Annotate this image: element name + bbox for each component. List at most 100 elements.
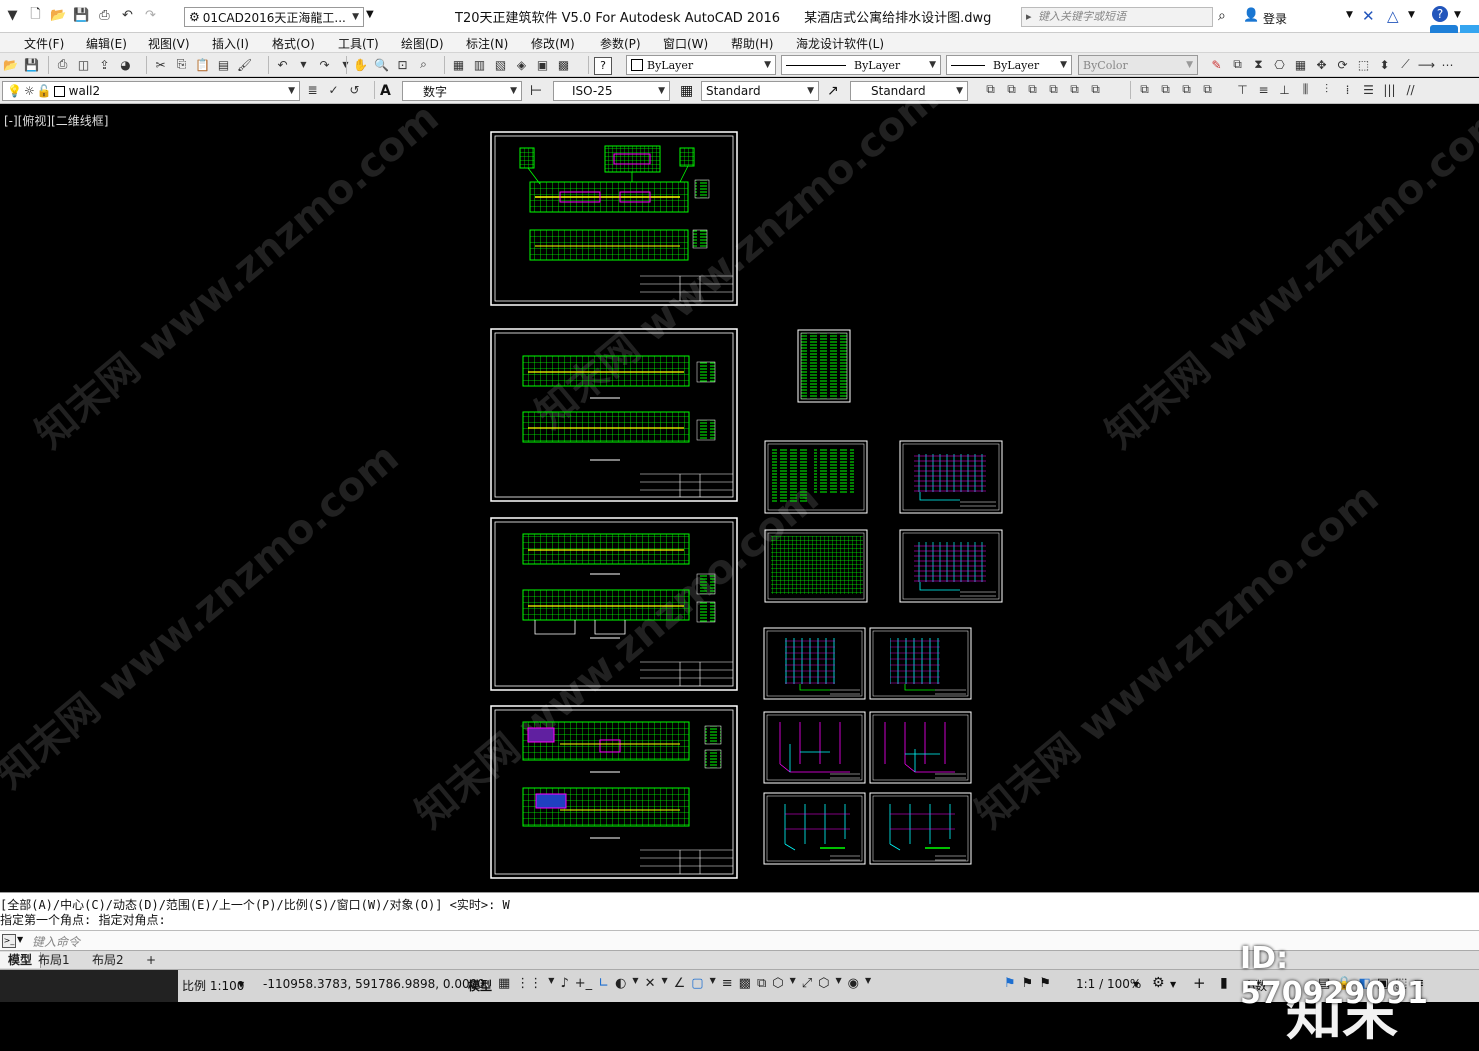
chevron-down-icon[interactable]: ▼ xyxy=(836,976,842,991)
distribute-v-icon[interactable]: ⫶ xyxy=(1318,81,1335,98)
mleader-style-combo[interactable]: Standard ▼ xyxy=(850,81,968,101)
offset-icon[interactable]: ⎔ xyxy=(1271,56,1288,73)
tool-palette-icon[interactable]: ▧ xyxy=(492,56,509,73)
selection-filter-icon[interactable]: ⬡ xyxy=(818,976,829,991)
extend-icon[interactable]: ⟶ xyxy=(1418,56,1435,73)
grid-icon[interactable]: ▦ xyxy=(498,976,510,991)
scale-icon[interactable]: ⬚ xyxy=(1355,56,1372,73)
user-icon[interactable]: 👤 xyxy=(1243,8,1259,23)
menu-hailong[interactable]: 海龙设计软件(L) xyxy=(796,35,884,52)
menu-view[interactable]: 视图(V) xyxy=(148,35,190,52)
menu-edit[interactable]: 编辑(E) xyxy=(86,35,127,52)
menu-tools[interactable]: 工具(T) xyxy=(338,35,379,52)
drawing-canvas[interactable]: [-][俯视][二维线框] 知末网 www.znzmo.com 知末网 www.… xyxy=(0,75,1479,1048)
menu-window[interactable]: 窗口(W) xyxy=(663,35,708,52)
distribute-h-icon[interactable]: ⫼ xyxy=(1297,81,1314,98)
annotation-scale-icon[interactable]: ⚑ xyxy=(1039,976,1051,991)
add-layout-button[interactable]: + xyxy=(138,952,164,968)
chevron-down-icon[interactable]: ▼ xyxy=(17,935,23,944)
list-icon[interactable]: ☰ xyxy=(1360,81,1377,98)
exchange-icon[interactable]: ✕ xyxy=(1362,7,1375,25)
save-icon[interactable]: 💾 xyxy=(23,56,40,73)
layer-tool-icon[interactable]: ⧉ xyxy=(982,81,999,98)
calculator-icon[interactable]: ▩ xyxy=(555,56,572,73)
menu-parametric[interactable]: 参数(P) xyxy=(600,35,641,52)
tab-layout1[interactable]: 布局1 xyxy=(30,952,78,968)
menu-modify[interactable]: 修改(M) xyxy=(531,35,575,52)
trim-icon[interactable]: ⟋ xyxy=(1397,56,1414,73)
array-icon[interactable]: ▦ xyxy=(1292,56,1309,73)
binoculars-icon[interactable]: ⌕ xyxy=(1218,8,1226,24)
gizmo-icon[interactable]: ◉ xyxy=(848,976,859,991)
undo-icon[interactable]: ↶ xyxy=(274,56,291,73)
transparency-icon[interactable]: ▩ xyxy=(739,976,751,991)
chevron-down-icon[interactable]: ▼ xyxy=(710,976,716,991)
command-prompt-icon[interactable]: >_ xyxy=(2,934,16,948)
help-icon[interactable]: ? xyxy=(594,57,612,75)
search-input[interactable]: 键入关键字或短语 xyxy=(1021,7,1213,27)
markup-icon[interactable]: ▣ xyxy=(534,56,551,73)
layer-tool-icon[interactable]: ⧉ xyxy=(1024,81,1041,98)
open-file-icon[interactable]: 📂 xyxy=(50,7,67,24)
gear-icon[interactable]: ⚙ xyxy=(1152,975,1165,991)
login-button[interactable]: 登录 xyxy=(1263,10,1287,27)
dynamic-input-icon[interactable]: +_ xyxy=(575,976,592,991)
chevron-down-icon[interactable]: ▼ xyxy=(295,56,312,73)
lineweight-combo[interactable]: ByLayer ▼ xyxy=(946,55,1072,75)
scale-indicator[interactable]: 比例 1:100 xyxy=(182,977,244,994)
chevron-down-icon[interactable]: ▼ xyxy=(238,980,244,989)
table-style-combo[interactable]: Standard ▼ xyxy=(701,81,819,101)
spacing-icon[interactable]: ⁞ xyxy=(1339,81,1356,98)
properties-icon[interactable]: ▦ xyxy=(450,56,467,73)
layer-previous-icon[interactable]: ↺ xyxy=(346,81,363,98)
slash-icon[interactable]: // xyxy=(1402,81,1419,98)
cut-icon[interactable]: ✂ xyxy=(152,56,169,73)
redo-icon[interactable]: ↷ xyxy=(316,56,333,73)
annotation-visibility-icon[interactable]: ⚑ xyxy=(1004,976,1016,991)
layer-tool-icon[interactable]: ⧉ xyxy=(1045,81,1062,98)
chevron-down-icon[interactable]: ▼ xyxy=(366,9,374,20)
print-icon[interactable]: ⎙ xyxy=(96,7,113,24)
dim-style-combo[interactable]: ISO-25 ▼ xyxy=(553,81,670,101)
chevron-down-icon[interactable]: ▼ xyxy=(790,976,796,991)
selection-cycling-icon[interactable]: ⧉ xyxy=(757,976,766,991)
undo-icon[interactable]: ↶ xyxy=(119,7,136,24)
redo-icon[interactable]: ↷ xyxy=(142,7,159,24)
stretch-icon[interactable]: ⬍ xyxy=(1376,56,1393,73)
chevron-down-icon[interactable]: ▼ xyxy=(1408,10,1415,20)
copy-object-icon[interactable]: ⧉ xyxy=(1229,56,1246,73)
rotate-icon[interactable]: ⟳ xyxy=(1334,56,1351,73)
paste-special-icon[interactable]: ▤ xyxy=(215,56,232,73)
new-file-icon[interactable]: 🗋 xyxy=(27,7,44,24)
zoom-realtime-icon[interactable]: 🔍 xyxy=(373,56,390,73)
menu-file[interactable]: 文件(F) xyxy=(24,35,64,52)
chevron-down-icon[interactable]: ▼ xyxy=(1170,980,1176,989)
save-icon[interactable]: 💾 xyxy=(73,7,90,24)
color-combo[interactable]: ByLayer ▼ xyxy=(626,55,776,75)
osnap-track-icon[interactable]: ∠ xyxy=(674,976,686,991)
menu-help[interactable]: 帮助(H) xyxy=(731,35,773,52)
print-icon[interactable]: ⎙ xyxy=(54,56,71,73)
erase-icon[interactable]: ✎ xyxy=(1208,56,1225,73)
auto-scale-icon[interactable]: ⚑ xyxy=(1022,976,1034,991)
model-space-toggle[interactable]: 模型 xyxy=(468,977,492,994)
menu-format[interactable]: 格式(O) xyxy=(272,35,315,52)
zoom-window-icon[interactable]: ⊡ xyxy=(394,56,411,73)
publish-icon[interactable]: ⇪ xyxy=(96,56,113,73)
a360-icon[interactable]: △ xyxy=(1387,7,1399,25)
plotstyle-combo[interactable]: ByColor ▼ xyxy=(1078,55,1198,75)
chevron-down-icon[interactable]: ▼ xyxy=(661,976,667,991)
zoom-previous-icon[interactable]: ⌕ xyxy=(415,56,432,73)
dynamic-ucs-icon[interactable]: ⤢ xyxy=(802,976,812,991)
polar-icon[interactable]: ◐ xyxy=(615,976,626,991)
layer-combo[interactable]: 💡 ☼ 🔓 wall2 ▼ xyxy=(2,81,300,101)
match-properties-icon[interactable]: 🖌 xyxy=(236,56,253,73)
3d-osnap-icon[interactable]: ⬡ xyxy=(772,976,783,991)
make-current-icon[interactable]: ✓ xyxy=(325,81,342,98)
coordinate-readout[interactable]: -110958.3783, 591786.9898, 0.0000 xyxy=(263,977,485,991)
render-icon[interactable]: ◕ xyxy=(117,56,134,73)
mleader-style-icon[interactable]: ↗ xyxy=(827,83,839,99)
osnap-icon[interactable]: ▢ xyxy=(691,976,703,991)
app-menu-icon[interactable]: ▼ xyxy=(4,7,21,24)
menu-draw[interactable]: 绘图(D) xyxy=(401,35,444,52)
